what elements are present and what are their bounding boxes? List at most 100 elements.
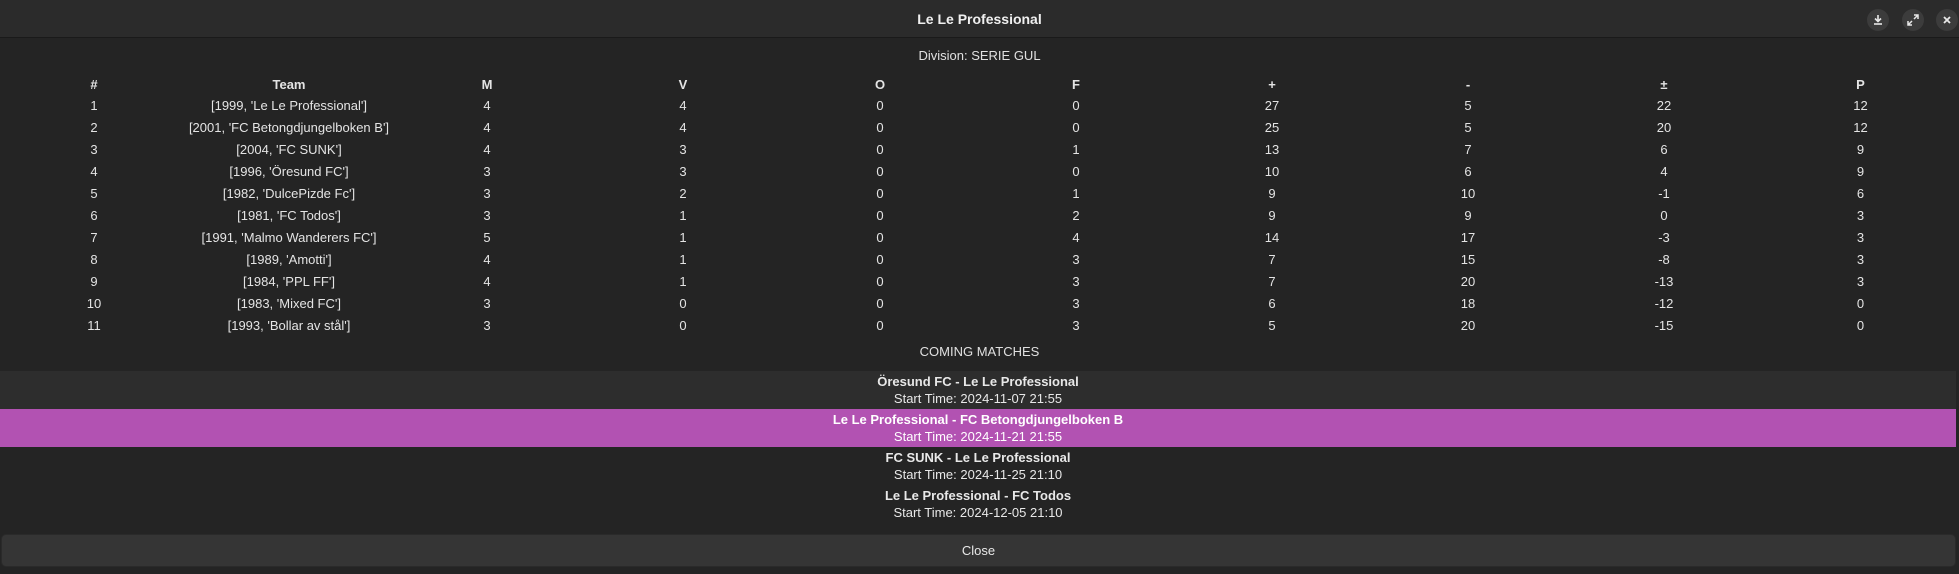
table-cell: [2001, 'FC Betongdjungelboken B'] — [188, 119, 390, 135]
table-cell: -13 — [1654, 273, 1674, 289]
dialog-window: Le Le Professional Division: SERIE GUL #… — [0, 0, 1959, 574]
table-cell: 3 — [483, 317, 491, 333]
table-cell: [2004, 'FC SUNK'] — [236, 141, 342, 157]
table-cell: -8 — [1658, 251, 1670, 267]
table-cell: 6 — [1268, 295, 1276, 311]
table-cell: 1 — [679, 251, 687, 267]
table-cell: 20 — [1460, 317, 1476, 333]
table-cell: [1981, 'FC Todos'] — [237, 207, 341, 223]
column-header: # — [90, 76, 98, 92]
table-cell: 4 — [1660, 163, 1668, 179]
close-button[interactable]: Close — [1, 534, 1956, 567]
coming-matches-list: Öresund FC - Le Le Professional Start Tim… — [0, 371, 1959, 523]
table-cell: 4 — [679, 97, 687, 113]
table-cell: 2 — [1072, 207, 1080, 223]
table-cell: 3 — [1072, 273, 1080, 289]
table-cell: 10 — [86, 295, 102, 311]
match-start-time: Start Time: 2024-11-25 21:10 — [893, 467, 1063, 482]
table-row: 4 [1996, 'Öresund FC'] 3 3 0 0 10 6 4 9 — [0, 160, 1959, 182]
table-cell: 5 — [483, 229, 491, 245]
table-row: 2 [2001, 'FC Betongdjungelboken B'] 4 4 0 0 25… — [0, 116, 1959, 138]
table-cell: 7 — [1268, 273, 1276, 289]
column-header: ± — [1660, 76, 1668, 92]
window-title: Le Le Professional — [917, 10, 1042, 27]
table-cell: 3 — [1856, 207, 1865, 223]
table-cell: 0 — [1856, 317, 1865, 333]
table-cell: 0 — [876, 229, 884, 245]
window-close-button[interactable] — [1936, 9, 1958, 31]
table-cell: 3 — [483, 207, 491, 223]
match-item[interactable]: FC SUNK - Le Le Professional Start Time: … — [0, 447, 1956, 485]
table-cell: 3 — [679, 141, 687, 157]
table-cell: [1983, 'Mixed FC'] — [237, 295, 341, 311]
table-row: 5 [1982, 'DulcePizde Fc'] 3 2 0 1 9 10 -1 6 — [0, 182, 1959, 204]
match-item[interactable]: Le Le Professional - FC Betongdjungelbok… — [0, 409, 1956, 447]
coming-matches-title: COMING MATCHES — [919, 344, 1040, 359]
match-start-time: Start Time: 2024-11-07 21:55 — [893, 391, 1063, 406]
table-cell: 3 — [1856, 273, 1865, 289]
table-cell: 4 — [90, 163, 98, 179]
table-cell: 22 — [1656, 97, 1672, 113]
table-cell: 3 — [483, 163, 491, 179]
table-cell: 0 — [876, 119, 884, 135]
column-header: Team — [272, 76, 306, 92]
table-row: 7 [1991, 'Malmo Wanderers FC'] 5 1 0 4 14 17 -3 3 — [0, 226, 1959, 248]
table-cell: 0 — [876, 251, 884, 267]
column-header: P — [1856, 76, 1865, 92]
table-cell: 5 — [1268, 317, 1276, 333]
table-cell: 9 — [1268, 185, 1276, 201]
table-cell: 10 — [1264, 163, 1280, 179]
table-cell: 3 — [1072, 251, 1080, 267]
column-header: M — [481, 76, 493, 92]
table-cell: 13 — [1264, 141, 1280, 157]
table-cell: 4 — [483, 119, 491, 135]
table-cell: 9 — [1464, 207, 1472, 223]
table-cell: -3 — [1658, 229, 1670, 245]
title-bar: Le Le Professional — [0, 0, 1959, 38]
table-cell: 20 — [1656, 119, 1672, 135]
table-cell: [1999, 'Le Le Professional'] — [210, 97, 367, 113]
table-cell: 17 — [1460, 229, 1476, 245]
table-row: 6 [1981, 'FC Todos'] 3 1 0 2 9 9 0 3 — [0, 204, 1959, 226]
table-cell: 0 — [876, 317, 884, 333]
table-row: 1 [1999, 'Le Le Professional'] 4 4 0 0 27 5 22 12 — [0, 94, 1959, 116]
table-row: 3 [2004, 'FC SUNK'] 4 3 0 1 13 7 6 9 — [0, 138, 1959, 160]
match-teams: Öresund FC - Le Le Professional — [877, 374, 1079, 389]
table-cell: 4 — [483, 273, 491, 289]
download-button[interactable] — [1867, 9, 1889, 31]
fullscreen-icon — [1907, 14, 1919, 26]
table-cell: 3 — [1856, 229, 1865, 245]
table-cell: 3 — [483, 185, 491, 201]
table-cell: 5 — [1464, 97, 1472, 113]
table-cell: 0 — [679, 295, 687, 311]
table-cell: 3 — [679, 163, 687, 179]
division-label: Division: SERIE GUL — [918, 48, 1041, 63]
table-cell: 4 — [679, 119, 687, 135]
table-cell: 8 — [90, 251, 98, 267]
table-cell: 12 — [1853, 119, 1868, 135]
match-teams: Le Le Professional - FC Todos — [884, 488, 1072, 503]
match-teams: FC SUNK - Le Le Professional — [885, 450, 1071, 465]
column-header: V — [678, 76, 688, 92]
fullscreen-button[interactable] — [1902, 9, 1924, 31]
table-row: 10 [1983, 'Mixed FC'] 3 0 0 3 6 18 -12 0 — [0, 292, 1959, 314]
table-cell: 1 — [1072, 185, 1080, 201]
match-item[interactable]: Le Le Professional - FC Todos Start Time:… — [0, 485, 1956, 523]
table-cell: 9 — [1268, 207, 1276, 223]
table-cell: -1 — [1658, 185, 1670, 201]
table-cell: 7 — [90, 229, 98, 245]
table-cell: 25 — [1264, 119, 1280, 135]
column-header: - — [1465, 76, 1471, 92]
table-cell: 0 — [1072, 97, 1080, 113]
table-cell: 4 — [1072, 229, 1080, 245]
match-start-time: Start Time: 2024-11-21 21:55 — [893, 429, 1063, 444]
column-header: O — [874, 76, 886, 92]
table-cell: 6 — [1464, 163, 1472, 179]
table-cell: 11 — [87, 317, 101, 333]
table-cell: 9 — [90, 273, 98, 289]
standings-header-row: # Team M V O F + - ± P — [0, 74, 1959, 94]
match-item[interactable]: Öresund FC - Le Le Professional Start Tim… — [0, 371, 1956, 409]
column-header: + — [1268, 76, 1276, 92]
table-cell: 0 — [1856, 295, 1865, 311]
standings-table: # Team M V O F + - ± P 1 [1999, 'Le Le Professiona… — [0, 74, 1959, 336]
